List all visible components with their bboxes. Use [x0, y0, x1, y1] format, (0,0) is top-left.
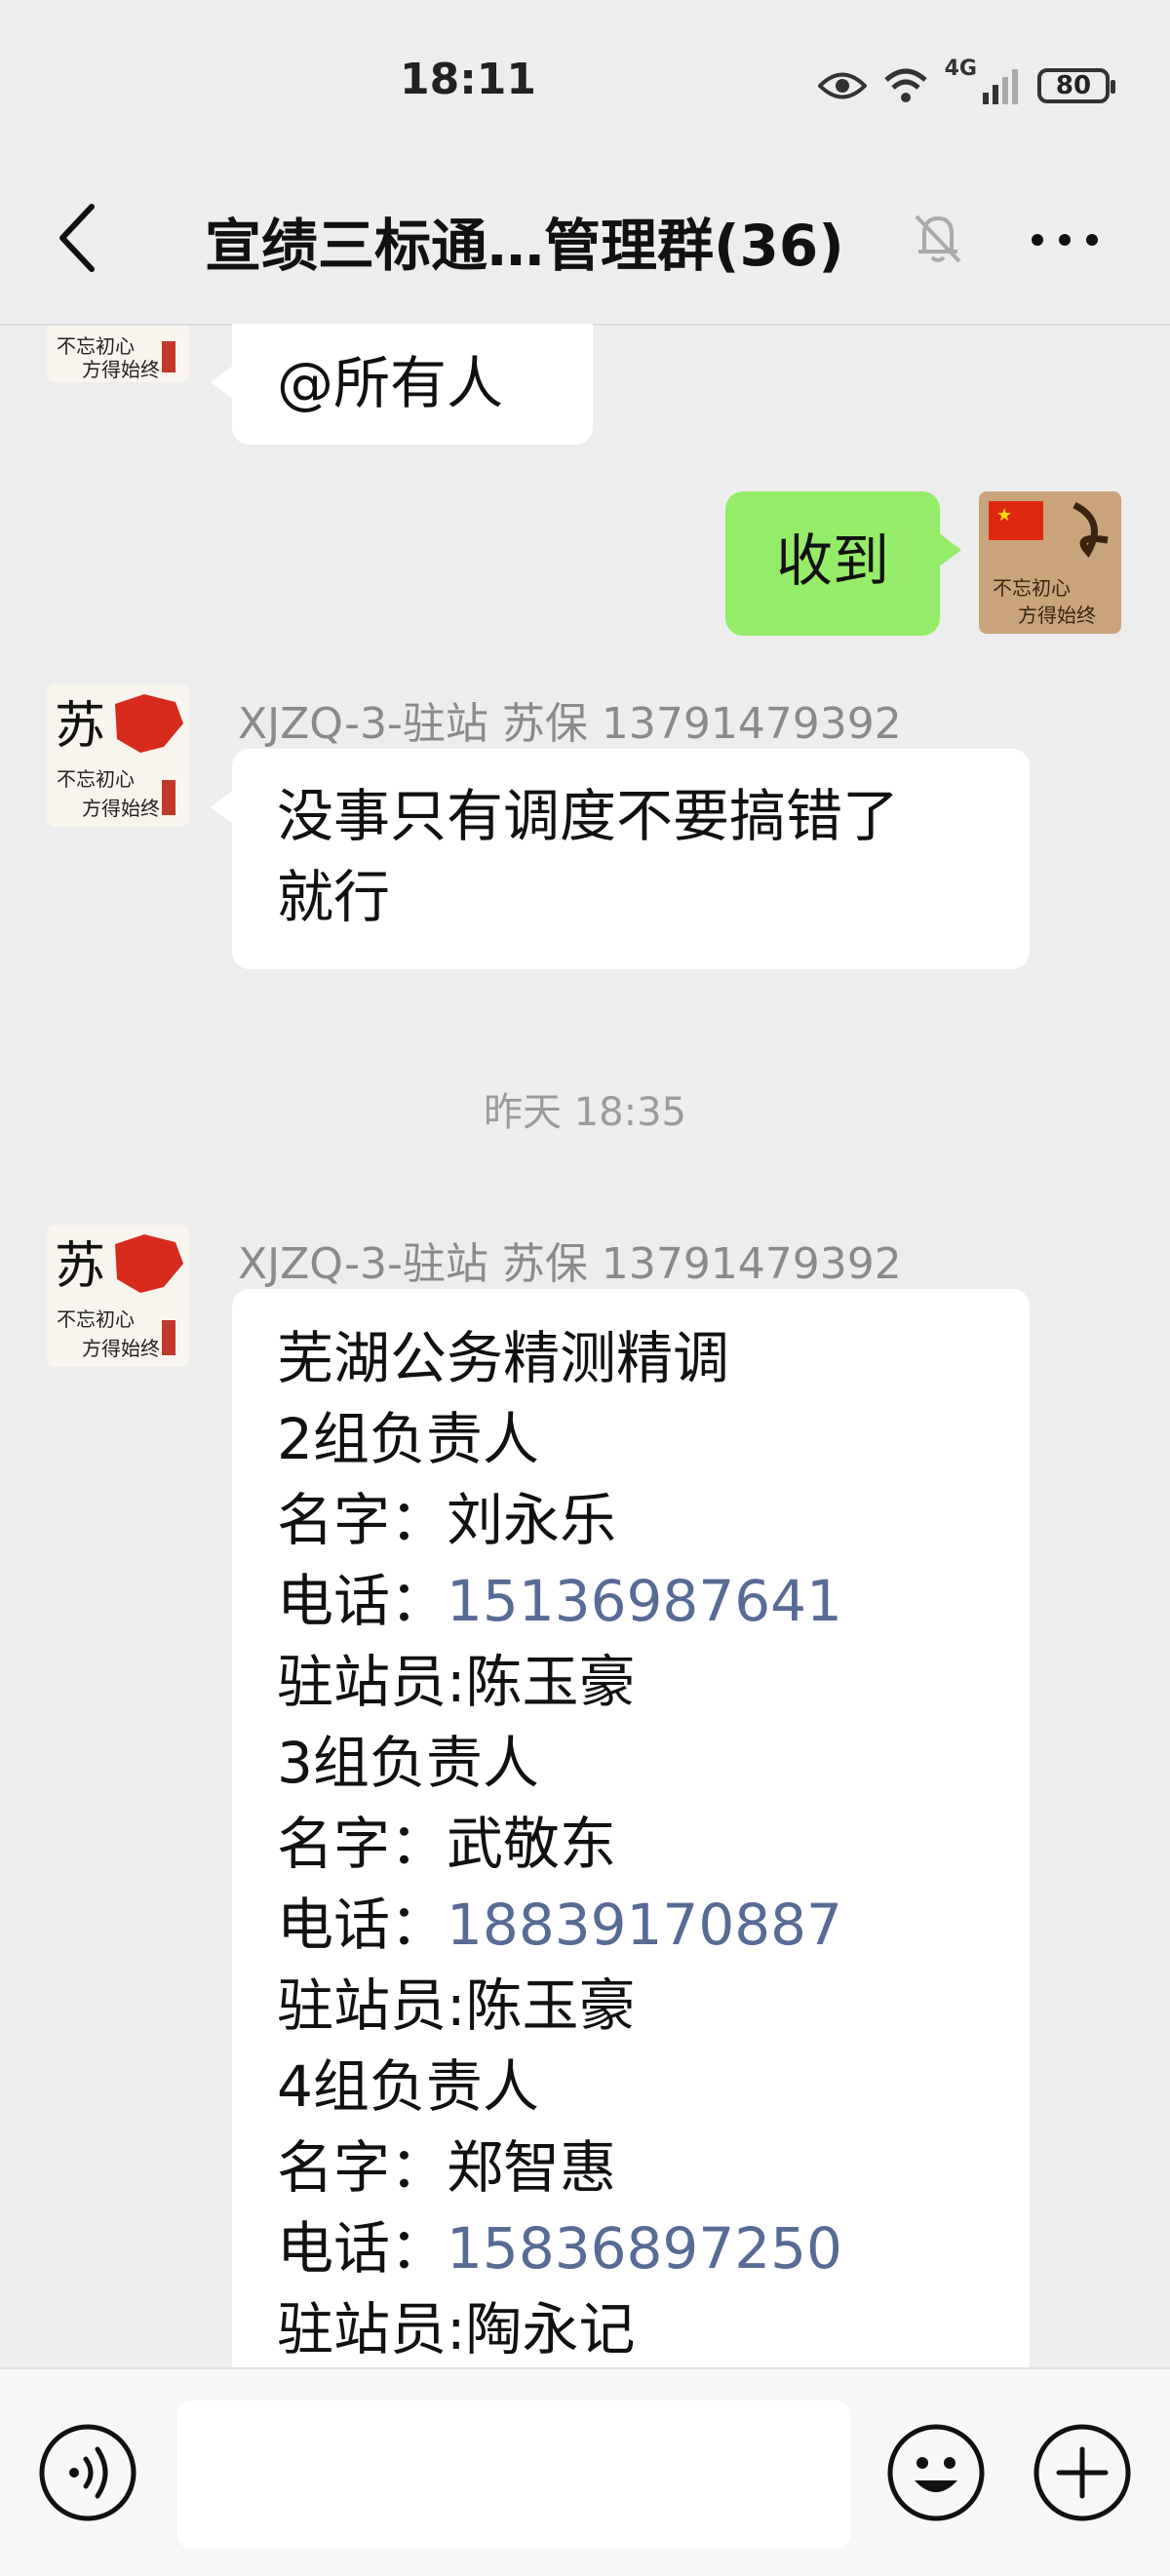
sender-name: XJZQ-3-驻站 苏保 13791479392	[238, 699, 902, 749]
message-bubble[interactable]: 芜湖公务精测精调 2组负责人 名字：刘永乐 电话：15136987641 驻站员…	[232, 1289, 1030, 2367]
message-text-line: 就行	[277, 864, 391, 930]
svg-text:★: ★	[996, 505, 1012, 526]
message-text-line: 名字：郑智惠	[277, 2134, 617, 2201]
message-text-line: 驻站员:陈玉豪	[277, 1649, 636, 1715]
avatar-caption: 方得始终	[82, 358, 160, 381]
plus-icon[interactable]	[1032, 2422, 1133, 2523]
message-text: 收到	[775, 527, 889, 594]
phone-label: 电话：	[277, 2215, 448, 2282]
message-text-line: 4组负责人	[277, 2053, 539, 2120]
message-text-line: 3组负责人	[277, 1730, 539, 1796]
status-time: 18:11	[399, 55, 537, 104]
message-text-line: 名字：刘永乐	[277, 1487, 617, 1553]
avatar[interactable]: 苏 不忘初心 方得始终	[47, 1225, 189, 1367]
message-text: @所有人	[277, 350, 504, 416]
phone-number-link[interactable]: 15836897250	[447, 2215, 842, 2282]
message-timestamp: 昨天 18:35	[484, 1090, 686, 1135]
own-avatar[interactable]: ★ 不忘初心 方得始终	[979, 491, 1121, 634]
avatar-caption: 方得始终	[1018, 604, 1096, 627]
chat-title: 宣绩三标通…管理群(36)	[205, 213, 844, 279]
emoji-icon[interactable]	[885, 2422, 987, 2523]
avatar[interactable]: 苏 不忘初心 方得始终	[47, 684, 189, 827]
mute-bell-icon	[915, 215, 961, 263]
message-bubble[interactable]: @所有人	[211, 324, 593, 445]
message-text-line: 没事只有调度不要搞错了	[277, 783, 900, 849]
avatar-caption: 方得始终	[82, 1337, 160, 1360]
network-type-label: 4G	[944, 57, 977, 81]
phone-number-link[interactable]: 15136987641	[447, 1568, 842, 1634]
back-arrow-icon[interactable]	[53, 201, 115, 275]
message-text-line: 驻站员:陈玉豪	[277, 1972, 636, 2039]
avatar-char: 苏	[55, 1237, 105, 1296]
message-text-line: 2组负责人	[277, 1406, 539, 1472]
phone-number-link[interactable]: 18839170887	[447, 1892, 842, 1958]
avatar-caption: 不忘初心	[57, 1308, 135, 1331]
avatar-caption: 不忘初心	[993, 576, 1071, 600]
message-text-line: 芜湖公务精测精调	[277, 1325, 730, 1391]
avatar-caption: 不忘初心	[57, 334, 135, 358]
phone-label: 电话：	[277, 1568, 448, 1634]
voice-input-icon[interactable]	[37, 2422, 138, 2523]
message-text-line: 电话：15136987641	[277, 1561, 985, 1642]
message-text-line: 名字：武敬东	[277, 1811, 617, 1877]
status-icons: 4G 80	[817, 57, 1115, 115]
message-input[interactable]	[177, 2400, 850, 2549]
sender-name: XJZQ-3-驻站 苏保 13791479392	[238, 1239, 902, 1289]
avatar-caption: 不忘初心	[57, 767, 135, 791]
own-message-bubble[interactable]: 收到	[725, 491, 961, 636]
avatar-char: 苏	[55, 697, 105, 756]
phone-label: 电话：	[277, 1892, 448, 1958]
message-bubble[interactable]: 没事只有调度不要搞错了 就行	[211, 749, 1030, 969]
battery-indicator: 80	[1037, 68, 1115, 103]
message-text-line: 电话：15836897250	[277, 2208, 985, 2289]
signal-icon	[983, 69, 1018, 104]
wifi-icon	[883, 68, 927, 102]
message-text-line: 电话：18839170887	[277, 1885, 985, 1966]
avatar-caption: 方得始终	[82, 797, 160, 820]
eye-icon	[817, 72, 867, 99]
message-text-line: 驻站员:陶永记	[277, 2296, 636, 2362]
more-options-icon[interactable]	[1030, 232, 1100, 248]
